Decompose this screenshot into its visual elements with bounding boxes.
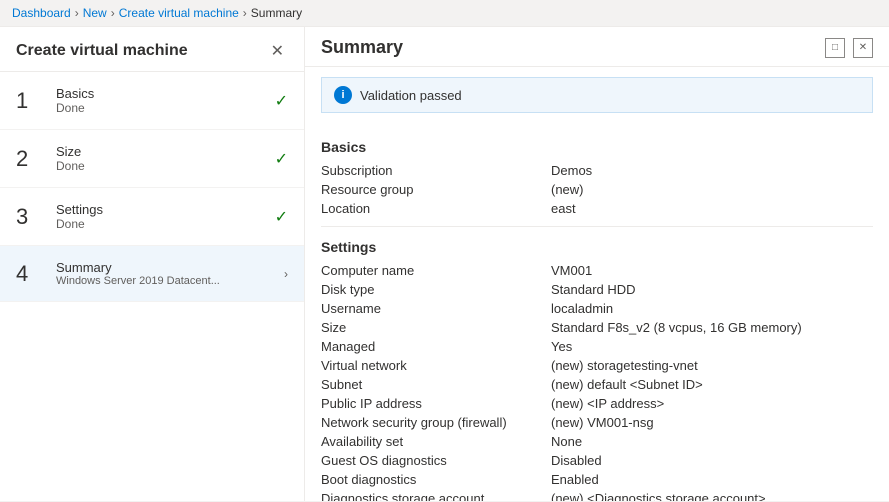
label-boot-diagnostics: Boot diagnostics — [321, 472, 551, 487]
maximize-button[interactable]: □ — [825, 38, 845, 58]
window-controls: □ ✕ — [825, 38, 873, 58]
step-number-1: 1 — [16, 88, 48, 114]
summary-row-computer-name: Computer name VM001 — [321, 261, 873, 280]
breadcrumb-sep-3: › — [243, 6, 247, 20]
summary-row-nsg: Network security group (firewall) (new) … — [321, 413, 873, 432]
value-resource-group: (new) — [551, 182, 873, 197]
step-info-settings: Settings Done — [56, 202, 267, 231]
step-info-summary: Summary Windows Server 2019 Datacent... — [56, 260, 276, 287]
label-subscription: Subscription — [321, 163, 551, 178]
main-container: Create virtual machine ✕ 1 Basics Done ✓… — [0, 27, 889, 501]
breadcrumb-item-summary: Summary — [251, 6, 302, 20]
label-subnet: Subnet — [321, 377, 551, 392]
breadcrumb-item-create-vm[interactable]: Create virtual machine — [119, 6, 239, 20]
step-item-settings[interactable]: 3 Settings Done ✓ — [0, 188, 304, 246]
label-username: Username — [321, 301, 551, 316]
label-size: Size — [321, 320, 551, 335]
step-item-summary[interactable]: 4 Summary Windows Server 2019 Datacent..… — [0, 246, 304, 302]
step-name-settings: Settings — [56, 202, 267, 217]
step-name-summary: Summary — [56, 260, 276, 275]
value-size: Standard F8s_v2 (8 vcpus, 16 GB memory) — [551, 320, 873, 335]
right-panel-title: Summary — [321, 37, 403, 58]
value-computer-name: VM001 — [551, 263, 873, 278]
value-subnet: (new) default <Subnet ID> — [551, 377, 873, 392]
value-boot-diagnostics: Enabled — [551, 472, 873, 487]
breadcrumb-sep-1: › — [75, 6, 79, 20]
summary-row-guest-os-diagnostics: Guest OS diagnostics Disabled — [321, 451, 873, 470]
value-subscription: Demos — [551, 163, 873, 178]
label-disk-type: Disk type — [321, 282, 551, 297]
summary-content: Basics Subscription Demos Resource group… — [305, 123, 889, 501]
value-username: localadmin — [551, 301, 873, 316]
step-info-size: Size Done — [56, 144, 267, 173]
summary-row-managed: Managed Yes — [321, 337, 873, 356]
right-panel: Summary □ ✕ i Validation passed Basics S… — [305, 27, 889, 501]
summary-row-location: Location east — [321, 199, 873, 218]
left-panel-close-button[interactable]: ✕ — [267, 39, 288, 63]
left-panel-header: Create virtual machine ✕ — [0, 27, 304, 72]
summary-row-diagnostics-storage: Diagnostics storage account (new) <Diagn… — [321, 489, 873, 501]
value-disk-type: Standard HDD — [551, 282, 873, 297]
value-managed: Yes — [551, 339, 873, 354]
section-title-basics: Basics — [321, 139, 873, 155]
section-title-settings: Settings — [321, 239, 873, 255]
step-check-basics: ✓ — [275, 91, 288, 111]
validation-banner: i Validation passed — [321, 77, 873, 113]
step-status-basics: Done — [56, 101, 267, 115]
label-public-ip: Public IP address — [321, 396, 551, 411]
summary-row-resource-group: Resource group (new) — [321, 180, 873, 199]
info-icon: i — [334, 86, 352, 104]
value-availability-set: None — [551, 434, 873, 449]
value-nsg: (new) VM001-nsg — [551, 415, 873, 430]
summary-row-disk-type: Disk type Standard HDD — [321, 280, 873, 299]
label-diagnostics-storage: Diagnostics storage account — [321, 491, 551, 501]
breadcrumb-item-new[interactable]: New — [83, 6, 107, 20]
value-virtual-network: (new) storagetesting-vnet — [551, 358, 873, 373]
step-number-2: 2 — [16, 146, 48, 172]
label-computer-name: Computer name — [321, 263, 551, 278]
value-diagnostics-storage: (new) <Diagnostics storage account> — [551, 491, 873, 501]
right-panel-header: Summary □ ✕ — [305, 27, 889, 67]
label-location: Location — [321, 201, 551, 216]
step-status-size: Done — [56, 159, 267, 173]
value-public-ip: (new) <IP address> — [551, 396, 873, 411]
chevron-right-icon: › — [284, 267, 288, 281]
left-panel: Create virtual machine ✕ 1 Basics Done ✓… — [0, 27, 305, 501]
step-check-settings: ✓ — [275, 207, 288, 227]
summary-row-virtual-network: Virtual network (new) storagetesting-vne… — [321, 356, 873, 375]
label-virtual-network: Virtual network — [321, 358, 551, 373]
label-managed: Managed — [321, 339, 551, 354]
label-resource-group: Resource group — [321, 182, 551, 197]
summary-row-availability-set: Availability set None — [321, 432, 873, 451]
label-availability-set: Availability set — [321, 434, 551, 449]
value-guest-os-diagnostics: Disabled — [551, 453, 873, 468]
breadcrumb: Dashboard › New › Create virtual machine… — [0, 0, 889, 27]
summary-row-public-ip: Public IP address (new) <IP address> — [321, 394, 873, 413]
step-item-size[interactable]: 2 Size Done ✓ — [0, 130, 304, 188]
step-item-basics[interactable]: 1 Basics Done ✓ — [0, 72, 304, 130]
value-location: east — [551, 201, 873, 216]
step-info-basics: Basics Done — [56, 86, 267, 115]
step-check-size: ✓ — [275, 149, 288, 169]
step-number-4: 4 — [16, 261, 48, 287]
close-button[interactable]: ✕ — [853, 38, 873, 58]
step-subtitle-summary: Windows Server 2019 Datacent... — [56, 275, 236, 287]
breadcrumb-item-dashboard[interactable]: Dashboard — [12, 6, 71, 20]
summary-row-subnet: Subnet (new) default <Subnet ID> — [321, 375, 873, 394]
section-divider — [321, 226, 873, 227]
step-number-3: 3 — [16, 204, 48, 230]
label-nsg: Network security group (firewall) — [321, 415, 551, 430]
step-name-size: Size — [56, 144, 267, 159]
label-guest-os-diagnostics: Guest OS diagnostics — [321, 453, 551, 468]
steps-list: 1 Basics Done ✓ 2 Size Done ✓ 3 — [0, 72, 304, 501]
summary-row-subscription: Subscription Demos — [321, 161, 873, 180]
step-status-settings: Done — [56, 217, 267, 231]
summary-row-username: Username localadmin — [321, 299, 873, 318]
left-panel-title: Create virtual machine — [16, 42, 188, 60]
breadcrumb-sep-2: › — [111, 6, 115, 20]
summary-row-boot-diagnostics: Boot diagnostics Enabled — [321, 470, 873, 489]
validation-text: Validation passed — [360, 88, 462, 103]
step-name-basics: Basics — [56, 86, 267, 101]
summary-row-size: Size Standard F8s_v2 (8 vcpus, 16 GB mem… — [321, 318, 873, 337]
